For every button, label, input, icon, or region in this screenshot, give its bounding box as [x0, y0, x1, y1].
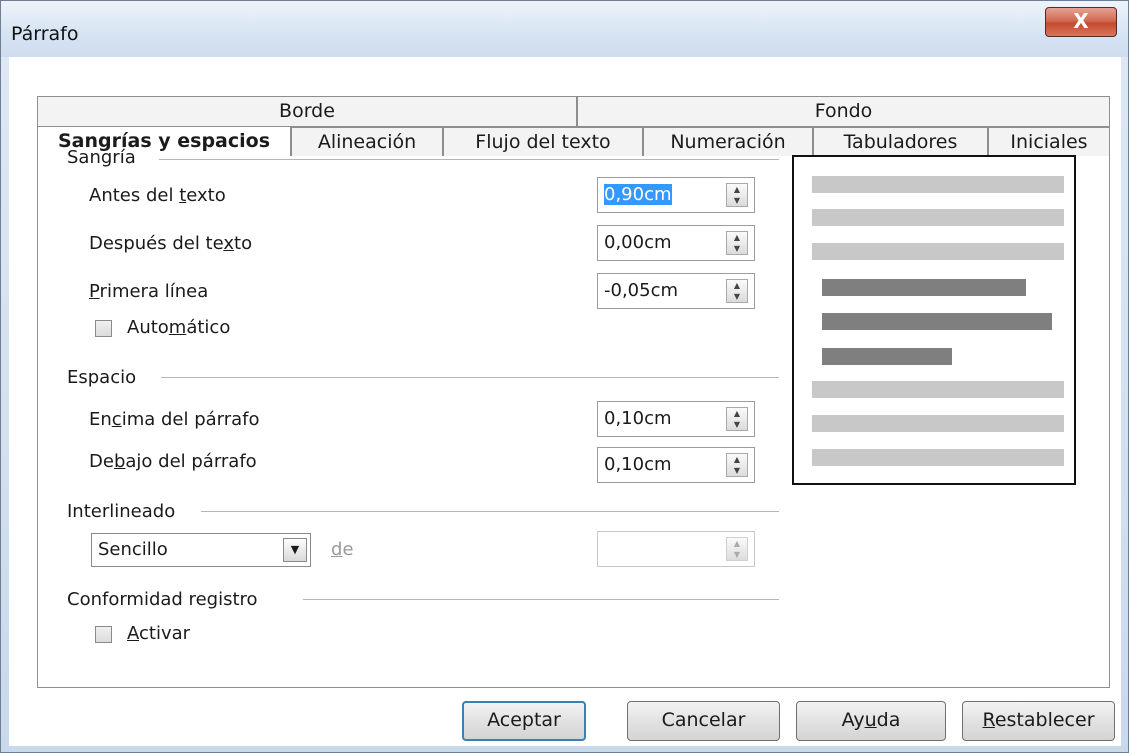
primera-linea-spinfield[interactable]: -0,05cm ▲ ▼ — [597, 273, 755, 309]
debajo-del-parrafo-value[interactable]: 0,10cm — [604, 454, 672, 475]
encima-del-parrafo-spinfield[interactable]: 0,10cm ▲ ▼ — [597, 401, 755, 437]
spin-arrows-icon[interactable]: ▲ ▼ — [726, 183, 748, 207]
label-activar: Activar — [127, 623, 191, 644]
section-divider — [201, 511, 779, 512]
paragraph-preview — [792, 155, 1076, 485]
preview-line-current — [822, 279, 1026, 296]
tab-tabuladores[interactable]: Tabuladores — [813, 127, 988, 157]
section-conformidad-registro-heading: Conformidad registro — [67, 589, 258, 610]
chevron-down-icon[interactable]: ▼ — [283, 538, 307, 562]
spin-arrows-icon[interactable]: ▲ ▼ — [726, 279, 748, 303]
preview-line — [812, 243, 1064, 260]
label-debajo-del-parrafo: Debajo del párrafo — [89, 451, 257, 472]
despues-del-texto-spinfield[interactable]: 0,00cm ▲ ▼ — [597, 225, 755, 261]
spin-arrows-icon[interactable]: ▲ ▼ — [726, 453, 748, 477]
section-divider — [159, 159, 779, 160]
antes-del-texto-spinfield[interactable]: 0,90cm ▲ ▼ — [597, 177, 755, 213]
close-button[interactable]: X — [1045, 7, 1117, 37]
preview-line — [812, 415, 1064, 432]
tab-borde[interactable]: Borde — [37, 96, 577, 127]
section-sangria-heading: Sangría — [67, 147, 136, 168]
tab-flujo-del-texto[interactable]: Flujo del texto — [443, 127, 643, 157]
window-title: Párrafo — [11, 23, 79, 45]
spin-arrows-icon[interactable]: ▲ ▼ — [726, 537, 748, 561]
interlineado-de-spinfield[interactable]: ▲ ▼ — [597, 531, 755, 567]
preview-line — [812, 176, 1064, 193]
aceptar-button[interactable]: Aceptar — [462, 701, 586, 741]
section-divider — [303, 599, 779, 600]
label-antes-del-texto: Antes del texto — [89, 185, 226, 206]
tab-alineacion[interactable]: Alineación — [291, 127, 443, 157]
restablecer-button[interactable]: Restablecer — [962, 701, 1115, 741]
automatico-checkbox[interactable] — [95, 320, 112, 337]
label-de: de — [331, 539, 354, 560]
section-divider — [161, 377, 779, 378]
activar-checkbox[interactable] — [95, 626, 112, 643]
debajo-del-parrafo-spinfield[interactable]: 0,10cm ▲ ▼ — [597, 447, 755, 483]
label-despues-del-texto: Después del texto — [89, 233, 253, 254]
tab-fondo[interactable]: Fondo — [577, 96, 1110, 127]
interlineado-selected-value: Sencillo — [98, 539, 168, 560]
despues-del-texto-value[interactable]: 0,00cm — [604, 232, 672, 253]
tab-iniciales[interactable]: Iniciales — [988, 127, 1110, 157]
primera-linea-value[interactable]: -0,05cm — [604, 280, 678, 301]
preview-line — [812, 381, 1064, 398]
ayuda-button[interactable]: Ayuda — [796, 701, 946, 741]
tab-numeracion[interactable]: Numeración — [643, 127, 813, 157]
preview-line — [812, 209, 1064, 226]
preview-line — [812, 449, 1064, 466]
cancelar-button[interactable]: Cancelar — [627, 701, 780, 741]
spin-arrows-icon[interactable]: ▲ ▼ — [726, 407, 748, 431]
section-interlineado-heading: Interlineado — [67, 501, 176, 522]
spin-arrows-icon[interactable]: ▲ ▼ — [726, 231, 748, 255]
encima-del-parrafo-value[interactable]: 0,10cm — [604, 408, 672, 429]
interlineado-dropdown[interactable]: Sencillo ▼ — [91, 533, 311, 567]
label-encima-del-parrafo: Encima del párrafo — [89, 409, 260, 430]
antes-del-texto-value[interactable]: 0,90cm — [604, 184, 672, 205]
preview-line-current — [822, 313, 1052, 330]
title-bar[interactable]: Párrafo X — [1, 1, 1128, 57]
section-espacio-heading: Espacio — [67, 367, 137, 388]
label-automatico: Automático — [127, 317, 231, 338]
preview-line-current — [822, 348, 952, 365]
paragraph-dialog: Párrafo X Borde Fondo Sangrías y espacio… — [0, 0, 1129, 753]
label-primera-linea: Primera línea — [89, 281, 209, 302]
